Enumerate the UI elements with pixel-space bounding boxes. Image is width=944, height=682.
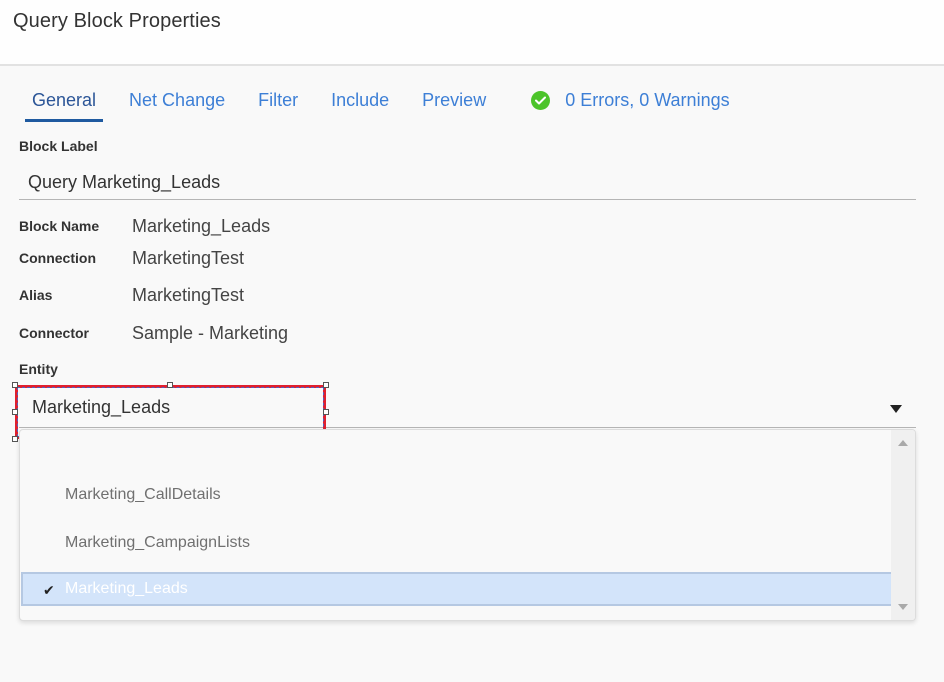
scroll-down-icon[interactable]: [898, 604, 908, 610]
resize-handle: [323, 382, 329, 388]
option-marketing-leads[interactable]: ✔ Marketing_Leads: [21, 572, 893, 606]
entity-options-list: Marketing_CallDetails Marketing_Campaign…: [19, 429, 916, 621]
tab-general[interactable]: General: [18, 86, 110, 122]
tab-bar: General Net Change Filter Include Previe…: [18, 86, 730, 122]
block-label-heading: Block Label: [19, 138, 98, 154]
validation-status[interactable]: 0 Errors, 0 Warnings: [531, 86, 730, 114]
property-row-connection: Connection MarketingTest: [19, 246, 244, 270]
option-marketing-campaignlists[interactable]: Marketing_CampaignLists: [21, 526, 893, 560]
property-key: Block Name: [19, 218, 100, 234]
property-key: Connection: [19, 250, 96, 266]
property-value: Marketing_Leads: [132, 215, 271, 236]
property-row-connector: Connector Sample - Marketing: [19, 321, 288, 345]
caret-down-icon[interactable]: [890, 405, 902, 413]
tab-include[interactable]: Include: [317, 86, 403, 122]
tab-filter[interactable]: Filter: [244, 86, 312, 122]
check-circle-icon: [531, 90, 551, 110]
checkmark-icon: ✔: [43, 582, 55, 598]
dialog-header: Query Block Properties: [0, 0, 944, 66]
resize-handle: [12, 436, 18, 442]
tab-preview[interactable]: Preview: [408, 86, 500, 122]
property-row-block-name: Block Name Marketing_Leads: [19, 214, 270, 238]
resize-handle: [12, 382, 18, 388]
scrollbar[interactable]: [891, 430, 915, 620]
property-row-alias: Alias MarketingTest: [19, 283, 244, 307]
option-marketing-calldetails[interactable]: Marketing_CallDetails: [21, 478, 893, 512]
block-label-input[interactable]: [19, 166, 916, 200]
entity-label: Entity: [19, 361, 58, 377]
status-text[interactable]: 0 Errors, 0 Warnings: [565, 90, 729, 111]
option-label: Marketing_Leads: [65, 580, 188, 597]
property-key: Connector: [19, 325, 89, 341]
scroll-up-icon[interactable]: [898, 440, 908, 446]
property-value: MarketingTest: [132, 247, 245, 268]
resize-handle: [323, 409, 329, 415]
options-container: Marketing_CallDetails Marketing_Campaign…: [20, 430, 893, 620]
property-key: Alias: [19, 287, 53, 303]
property-value: Sample - Marketing: [132, 322, 289, 343]
dialog-title: Query Block Properties: [13, 10, 221, 32]
tab-net-change[interactable]: Net Change: [115, 86, 239, 122]
resize-handle: [12, 409, 18, 415]
property-value: MarketingTest: [132, 284, 245, 305]
resize-handle: [167, 382, 173, 388]
